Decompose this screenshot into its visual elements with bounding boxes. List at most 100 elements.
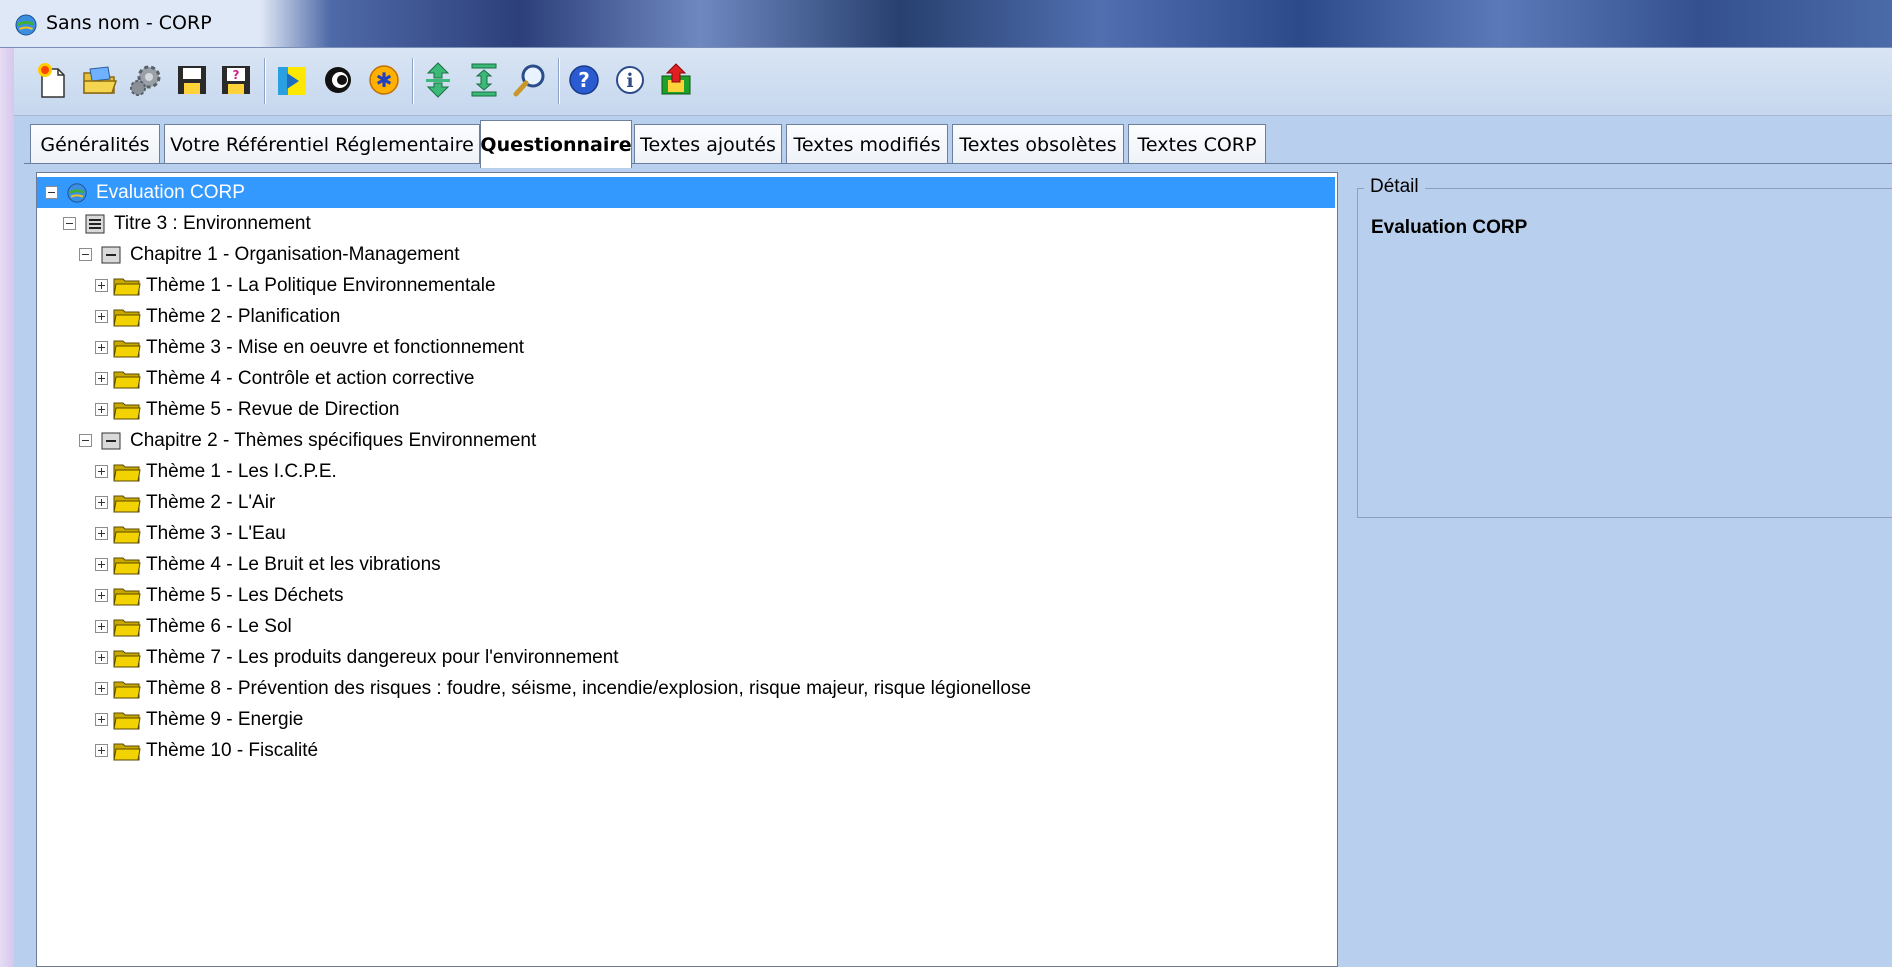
tree-node-label: Thème 8 - Prévention des risques : foudr…	[146, 677, 1032, 699]
title-bar[interactable]: Sans nom - CORP	[0, 0, 1892, 48]
folder-icon	[112, 368, 142, 390]
expand-toggle-icon[interactable]	[95, 372, 108, 385]
tree-node-theme[interactable]: Thème 4 - Contrôle et action corrective	[37, 363, 1337, 394]
export-icon	[661, 63, 691, 95]
tree-node-label: Chapitre 2 - Thèmes spécifiques Environn…	[130, 429, 537, 451]
collapse-all-button[interactable]	[464, 58, 504, 102]
expand-toggle-icon[interactable]	[95, 465, 108, 478]
tree-node-theme[interactable]: Thème 8 - Prévention des risques : foudr…	[37, 673, 1337, 704]
folder-icon	[112, 616, 142, 638]
tab-questionnaire[interactable]: Questionnaire	[480, 120, 632, 168]
import-button[interactable]	[272, 58, 312, 102]
collapse-toggle-icon[interactable]	[79, 248, 92, 261]
expand-toggle-icon[interactable]	[95, 527, 108, 540]
save-as-button[interactable]: ?	[216, 58, 256, 102]
expand-toggle-icon[interactable]	[95, 496, 108, 509]
folder-icon	[112, 492, 142, 514]
expand-vertical-icon	[426, 62, 450, 98]
tree-node-theme[interactable]: Thème 10 - Fiscalité	[37, 735, 1337, 766]
toolbar-separator	[264, 58, 266, 104]
tree-node-theme[interactable]: Thème 4 - Le Bruit et les vibrations	[37, 549, 1337, 580]
folder-icon	[112, 585, 142, 607]
folder-icon	[112, 461, 142, 483]
folder-icon	[112, 554, 142, 576]
tree-node-chapter[interactable]: Chapitre 1 - Organisation-Management	[37, 239, 1337, 270]
folder-icon	[112, 523, 142, 545]
star-button[interactable]: ✱	[364, 58, 404, 102]
expand-toggle-icon[interactable]	[95, 651, 108, 664]
detail-selected-node: Evaluation CORP	[1371, 217, 1528, 238]
settings-button[interactable]	[126, 58, 166, 102]
expand-toggle-icon[interactable]	[95, 279, 108, 292]
expand-toggle-icon[interactable]	[95, 620, 108, 633]
tab-control: Généralités Votre Référentiel Réglementa…	[14, 116, 1892, 967]
folder-icon	[112, 337, 142, 359]
search-button[interactable]	[510, 58, 550, 102]
info-button[interactable]: i	[610, 58, 650, 102]
expand-toggle-icon[interactable]	[95, 744, 108, 757]
tab-referentiel[interactable]: Votre Référentiel Réglementaire	[164, 124, 480, 164]
new-document-icon	[38, 63, 65, 98]
tree-node-label: Thème 3 - Mise en oeuvre et fonctionneme…	[146, 336, 525, 358]
tree-node-theme[interactable]: Thème 6 - Le Sol	[37, 611, 1337, 642]
collapse-toggle-icon[interactable]	[79, 434, 92, 447]
tree-node-theme[interactable]: Thème 7 - Les produits dangereux pour l'…	[37, 642, 1337, 673]
expand-all-button[interactable]	[418, 58, 458, 102]
tab-textes-modifies[interactable]: Textes modifiés	[786, 124, 948, 164]
collapse-toggle-icon[interactable]	[63, 217, 76, 230]
tree-node-label: Thème 5 - Les Déchets	[146, 584, 344, 606]
toolbar-separator	[558, 58, 560, 104]
tab-label: Questionnaire	[480, 133, 632, 156]
settings-gear-icon	[130, 65, 161, 96]
expand-toggle-icon[interactable]	[95, 558, 108, 571]
tree-node-label: Thème 2 - L'Air	[146, 491, 276, 513]
expand-toggle-icon[interactable]	[95, 682, 108, 695]
expand-toggle-icon[interactable]	[95, 341, 108, 354]
app-globe-icon	[15, 14, 37, 36]
tree-node-title[interactable]: Titre 3 : Environnement	[37, 208, 1337, 239]
svg-text:?: ?	[578, 68, 590, 92]
tab-textes-obsoletes[interactable]: Textes obsolètes	[952, 124, 1124, 164]
expand-toggle-icon[interactable]	[95, 310, 108, 323]
detail-legend: Détail	[1364, 176, 1425, 198]
circle-icon	[325, 67, 351, 93]
chapter-icon	[96, 430, 126, 452]
globe-icon	[62, 182, 92, 204]
tab-label: Textes modifiés	[793, 133, 941, 156]
questionnaire-tree[interactable]: Evaluation CORP Titre 3 : Environnement …	[36, 172, 1338, 967]
tree-node-theme[interactable]: Thème 5 - Les Déchets	[37, 580, 1337, 611]
tree-node-theme[interactable]: Thème 1 - La Politique Environnementale	[37, 270, 1337, 301]
new-document-button[interactable]	[32, 58, 72, 102]
open-button[interactable]	[80, 58, 120, 102]
tree-node-label: Thème 1 - La Politique Environnementale	[146, 274, 496, 296]
tree-node-theme[interactable]: Thème 5 - Revue de Direction	[37, 394, 1337, 425]
export-button[interactable]	[656, 58, 696, 102]
tree-node-theme[interactable]: Thème 2 - L'Air	[37, 487, 1337, 518]
tab-textes-ajoutes[interactable]: Textes ajoutés	[634, 124, 782, 164]
expand-toggle-icon[interactable]	[95, 713, 108, 726]
open-folder-icon	[83, 66, 118, 94]
tree-node-label: Thème 4 - Le Bruit et les vibrations	[146, 553, 441, 575]
tab-textes-corp[interactable]: Textes CORP	[1128, 124, 1266, 164]
folder-icon	[112, 647, 142, 669]
expand-toggle-icon[interactable]	[95, 403, 108, 416]
tree-node-theme[interactable]: Thème 3 - Mise en oeuvre et fonctionneme…	[37, 332, 1337, 363]
collapse-toggle-icon[interactable]	[45, 186, 58, 199]
circle-button[interactable]	[318, 58, 358, 102]
tree-node-root[interactable]: Evaluation CORP	[37, 177, 1335, 208]
expand-toggle-icon[interactable]	[95, 589, 108, 602]
help-button[interactable]: ?	[564, 58, 604, 102]
tab-strip-border	[24, 163, 1892, 164]
tree-node-theme[interactable]: Thème 1 - Les I.C.P.E.	[37, 456, 1337, 487]
svg-text:?: ?	[233, 68, 240, 82]
tree-node-theme[interactable]: Thème 3 - L'Eau	[37, 518, 1337, 549]
save-button[interactable]	[172, 58, 212, 102]
help-icon: ?	[569, 65, 599, 95]
tree-node-chapter[interactable]: Chapitre 2 - Thèmes spécifiques Environn…	[37, 425, 1337, 456]
tab-generalites[interactable]: Généralités	[30, 124, 160, 164]
save-as-help-icon: ?	[222, 66, 250, 94]
tree-node-theme[interactable]: Thème 2 - Planification	[37, 301, 1337, 332]
tree-node-label: Thème 5 - Revue de Direction	[146, 398, 400, 420]
tree-node-label: Chapitre 1 - Organisation-Management	[130, 243, 460, 265]
tree-node-theme[interactable]: Thème 9 - Energie	[37, 704, 1337, 735]
